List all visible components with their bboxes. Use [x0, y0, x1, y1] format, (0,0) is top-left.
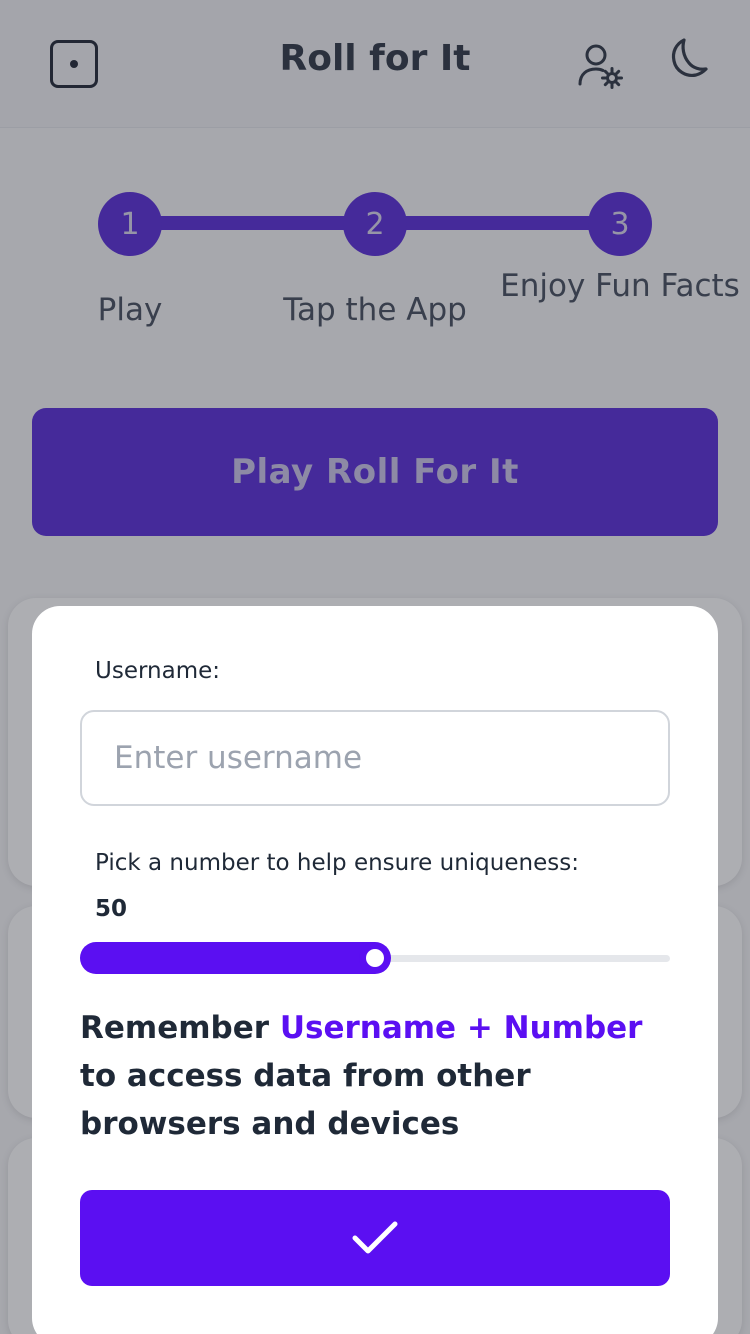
- username-modal: Username: Pick a number to help ensure u…: [32, 606, 718, 1334]
- reminder-text: Remember Username + Number to access dat…: [80, 1004, 680, 1148]
- checkmark-icon: [352, 1221, 398, 1254]
- reminder-prefix: Remember: [80, 1010, 270, 1046]
- uniqueness-number-slider[interactable]: [80, 940, 670, 976]
- reminder-highlight: Username + Number: [279, 1010, 643, 1046]
- slider-thumb[interactable]: [359, 942, 391, 974]
- username-label: Username:: [95, 658, 220, 684]
- username-input[interactable]: [80, 710, 670, 806]
- slider-fill: [80, 942, 375, 974]
- reminder-suffix: to access data from other browsers and d…: [80, 1058, 531, 1142]
- number-value: 50: [95, 896, 128, 922]
- confirm-button[interactable]: [80, 1190, 670, 1286]
- number-label: Pick a number to help ensure uniqueness:: [95, 850, 579, 876]
